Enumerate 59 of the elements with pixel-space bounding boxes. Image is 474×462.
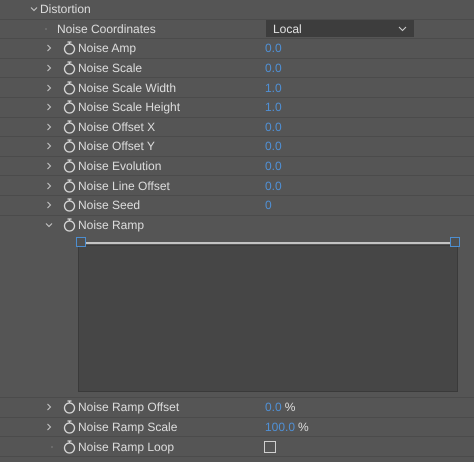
property-label: Noise Coordinates	[57, 20, 157, 38]
chevron-right-icon[interactable]	[45, 403, 53, 412]
checkbox[interactable]	[264, 440, 276, 453]
ramp-start-handle[interactable]	[76, 237, 86, 248]
property-label: Noise Ramp Scale	[78, 419, 178, 436]
value-field[interactable]: 0	[265, 196, 272, 214]
value-field[interactable]: 0.0	[265, 59, 282, 78]
property-label: Noise Seed	[78, 197, 142, 214]
chevron-right-icon[interactable]	[45, 162, 53, 170]
property-label: Noise Evolution	[78, 158, 162, 176]
stopwatch-icon[interactable]	[63, 41, 76, 56]
chevron-right-icon[interactable]	[45, 84, 53, 92]
chevron-down-icon[interactable]	[30, 5, 38, 14]
stopwatch-icon[interactable]	[63, 400, 76, 414]
chevron-right-icon[interactable]	[45, 182, 53, 190]
unit-label: %	[298, 419, 309, 436]
stopwatch-icon[interactable]	[63, 61, 76, 76]
stopwatch-icon[interactable]	[63, 120, 76, 134]
coordinates-dropdown[interactable]: Local	[266, 20, 414, 38]
stopwatch-icon[interactable]	[63, 100, 76, 114]
property-label: Noise Offset X	[78, 118, 156, 136]
property-label: Noise Offset Y	[78, 138, 156, 156]
property-label: Noise Ramp Loop	[78, 438, 176, 456]
chevron-right-icon[interactable]	[45, 44, 53, 52]
property-label: Noise Scale	[78, 60, 144, 78]
unit-label: %	[284, 399, 296, 416]
value-field[interactable]: 0.0	[265, 157, 282, 176]
chevron-down-icon[interactable]	[45, 221, 53, 230]
stopwatch-icon[interactable]	[63, 218, 76, 232]
property-label: Noise Scale Width	[78, 80, 178, 97]
chevron-right-icon[interactable]	[45, 122, 53, 131]
value-field[interactable]: 0.0	[265, 137, 282, 156]
caret-icon	[398, 26, 407, 32]
value-field[interactable]: 1.0	[265, 78, 282, 97]
chevron-right-icon[interactable]	[45, 423, 53, 432]
chevron-right-icon[interactable]	[45, 103, 53, 112]
property-label: Noise Scale Height	[78, 99, 182, 116]
chevron-right-icon[interactable]	[45, 142, 53, 150]
property-label: Noise Amp	[78, 40, 138, 58]
chevron-right-icon[interactable]	[45, 201, 53, 210]
stopwatch-icon[interactable]	[63, 139, 76, 154]
value-field[interactable]: 100.0	[265, 418, 296, 436]
value-field[interactable]: 0.0	[265, 398, 282, 416]
stopwatch-icon[interactable]	[63, 80, 76, 95]
property-label: Noise Line Offset	[78, 178, 171, 195]
property-label: Noise Ramp Offset	[78, 399, 180, 416]
property-label: Noise Ramp	[78, 217, 144, 234]
section-title[interactable]: Distortion	[40, 0, 91, 18]
ramp-end-handle[interactable]	[450, 237, 460, 248]
value-field[interactable]: 0.0	[265, 118, 282, 136]
value-field[interactable]: 1.0	[265, 98, 282, 116]
stopwatch-icon[interactable]	[63, 198, 76, 212]
value-field[interactable]: 0.0	[265, 176, 282, 195]
stopwatch-icon[interactable]	[63, 159, 76, 174]
chevron-right-icon[interactable]	[45, 64, 53, 72]
stopwatch-icon[interactable]	[63, 178, 76, 193]
stopwatch-icon[interactable]	[63, 420, 76, 434]
stopwatch-icon[interactable]	[63, 440, 76, 454]
value-field[interactable]: 0.0	[265, 39, 282, 58]
